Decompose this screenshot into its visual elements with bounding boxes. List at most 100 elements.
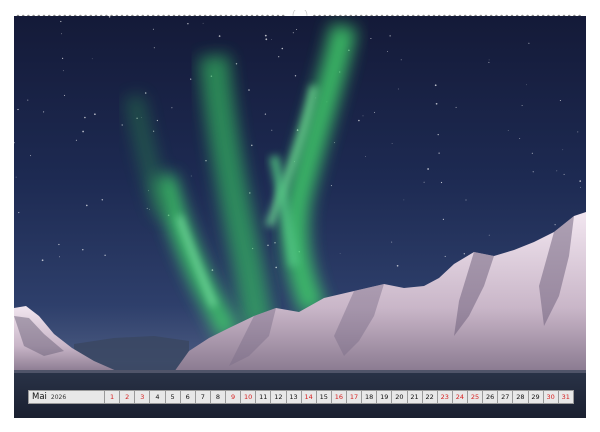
- star: [579, 180, 581, 182]
- star: [264, 113, 267, 115]
- star: [488, 59, 490, 61]
- star: [577, 131, 579, 133]
- day-cell: 26: [483, 391, 499, 403]
- day-cell: 21: [407, 391, 423, 403]
- star: [18, 212, 20, 214]
- star: [153, 130, 155, 132]
- star: [271, 129, 273, 131]
- star: [526, 84, 528, 86]
- star: [389, 35, 391, 37]
- star: [104, 254, 106, 256]
- star: [386, 50, 388, 52]
- day-cell: 3: [135, 391, 151, 403]
- star: [62, 57, 64, 59]
- star: [296, 129, 299, 131]
- star: [463, 253, 465, 255]
- star: [59, 256, 61, 258]
- aurora: [124, 23, 357, 340]
- star: [556, 170, 558, 172]
- star: [427, 168, 429, 170]
- day-cell: 27: [498, 391, 514, 403]
- day-cell: 30: [543, 391, 559, 403]
- star: [218, 35, 221, 37]
- day-cell: 25: [468, 391, 484, 403]
- star: [84, 116, 86, 119]
- star: [562, 149, 564, 151]
- star: [391, 241, 393, 243]
- star: [440, 181, 443, 184]
- star: [434, 84, 437, 87]
- day-cell: 6: [180, 391, 196, 403]
- star: [58, 243, 60, 246]
- aurora-photo: [14, 16, 586, 418]
- star: [43, 111, 45, 113]
- star: [156, 119, 159, 122]
- day-cell: 13: [286, 391, 302, 403]
- star: [559, 99, 561, 102]
- star: [94, 113, 96, 116]
- star: [264, 34, 267, 37]
- day-cell: 29: [528, 391, 544, 403]
- star: [101, 199, 104, 201]
- day-cell: 22: [422, 391, 438, 403]
- star: [438, 152, 440, 154]
- star: [488, 61, 490, 63]
- day-cell: 5: [165, 391, 181, 403]
- star: [294, 75, 297, 77]
- star: [60, 33, 62, 35]
- star: [435, 102, 438, 105]
- star: [15, 176, 17, 178]
- star: [248, 89, 250, 91]
- star: [292, 32, 294, 34]
- star: [442, 218, 444, 220]
- day-cell: 14: [301, 391, 317, 403]
- day-cell: 12: [271, 391, 287, 403]
- day-cell: 11: [256, 391, 272, 403]
- calendar-strip: Mai 2026 1 2 3 4 5 6 7 8 9 10 11 12 13 14 15 16 17 18 19 20…: [28, 390, 574, 404]
- star: [149, 208, 150, 210]
- star: [17, 108, 19, 111]
- day-cell: 7: [195, 391, 211, 403]
- star: [444, 255, 446, 257]
- star: [391, 143, 393, 145]
- star: [30, 155, 32, 157]
- star: [267, 244, 269, 247]
- star: [580, 186, 581, 188]
- star: [330, 185, 332, 187]
- star: [339, 253, 341, 254]
- star: [41, 259, 44, 262]
- star: [82, 130, 84, 133]
- year-label: 2026: [50, 393, 67, 401]
- star: [397, 88, 399, 90]
- star: [521, 105, 523, 107]
- star: [187, 23, 189, 25]
- star: [152, 28, 154, 30]
- star: [403, 199, 405, 201]
- day-cell: 8: [210, 391, 226, 403]
- star: [370, 37, 372, 40]
- day-cell: 31: [558, 391, 573, 403]
- day-cell: 10: [241, 391, 257, 403]
- star: [63, 94, 66, 96]
- star: [144, 92, 147, 94]
- star: [400, 59, 402, 61]
- star: [423, 181, 425, 183]
- star: [278, 56, 280, 58]
- star: [281, 47, 284, 50]
- star: [190, 175, 192, 177]
- star: [265, 38, 268, 41]
- star: [275, 266, 278, 269]
- star: [108, 16, 111, 18]
- star: [205, 160, 207, 162]
- star: [563, 173, 565, 175]
- star: [296, 29, 298, 30]
- month-label-cell: Mai 2026: [29, 391, 105, 403]
- star: [249, 192, 251, 194]
- star: [362, 115, 364, 117]
- day-cell: 24: [452, 391, 468, 403]
- star: [171, 107, 173, 109]
- day-cells: 1 2 3 4 5 6 7 8 9 10 11 12 13 14 15 16 17 18 19 20 21 22 23 24 2…: [105, 391, 573, 403]
- star: [190, 78, 192, 80]
- star: [62, 70, 64, 72]
- day-cell: 15: [316, 391, 332, 403]
